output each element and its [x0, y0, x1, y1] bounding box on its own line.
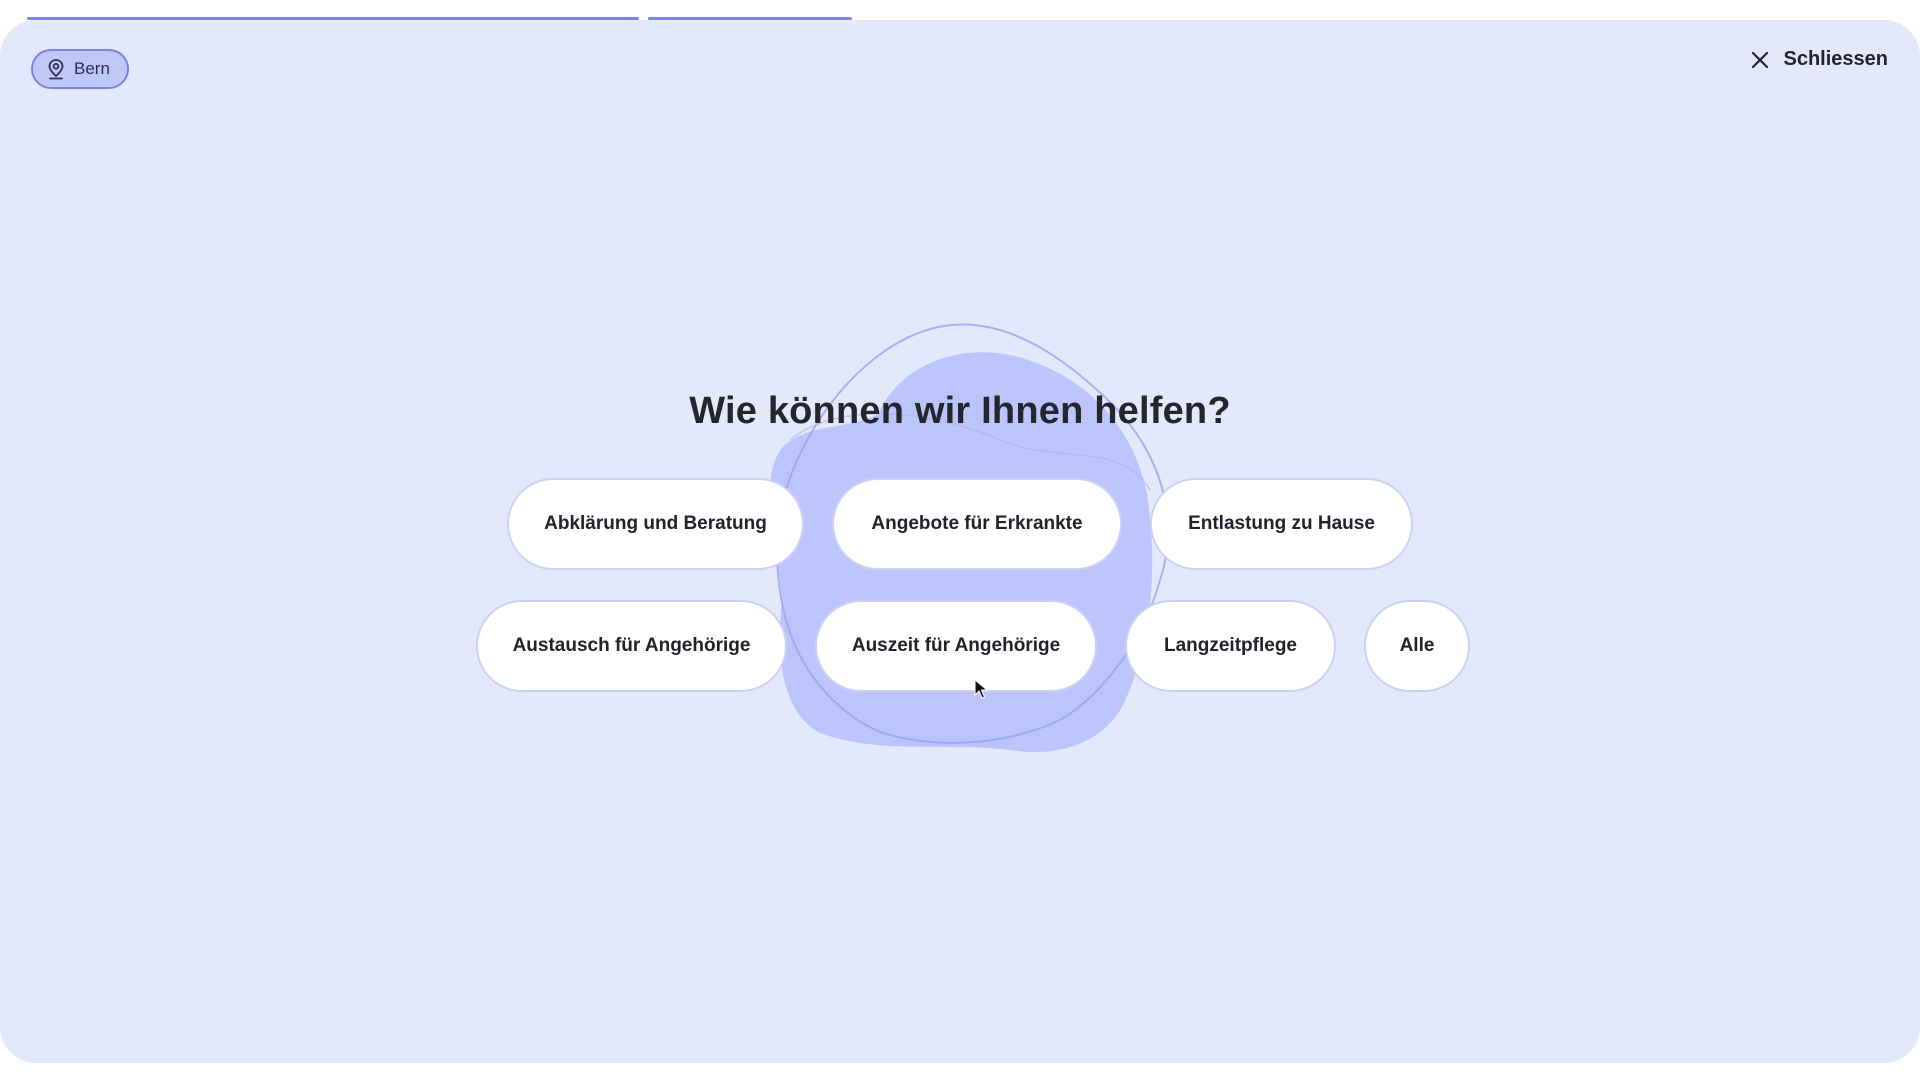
location-pin-icon	[47, 58, 65, 80]
option-angebote-fuer-erkrankte[interactable]: Angebote für Erkrankte	[832, 478, 1122, 570]
option-langzeitpflege[interactable]: Langzeitpflege	[1125, 600, 1336, 692]
option-austausch-fuer-angehoerige[interactable]: Austausch für Angehörige	[476, 600, 787, 692]
close-label: Schliessen	[1783, 48, 1888, 70]
page-title: Wie können wir Ihnen helfen?	[689, 390, 1231, 432]
close-button[interactable]: Schliessen	[1751, 48, 1888, 71]
option-alle[interactable]: Alle	[1364, 600, 1470, 692]
option-auszeit-fuer-angehoerige[interactable]: Auszeit für Angehörige	[815, 600, 1097, 692]
location-label: Bern	[74, 59, 110, 78]
close-icon	[1751, 51, 1769, 69]
location-chip[interactable]: Bern	[31, 49, 129, 89]
option-abklaerung-und-beratung[interactable]: Abklärung und Beratung	[507, 478, 804, 570]
option-entlastung-zu-hause[interactable]: Entlastung zu Hause	[1150, 478, 1413, 570]
help-modal: Bern Schliessen Wie können wir Ihnen hel…	[0, 20, 1920, 1063]
